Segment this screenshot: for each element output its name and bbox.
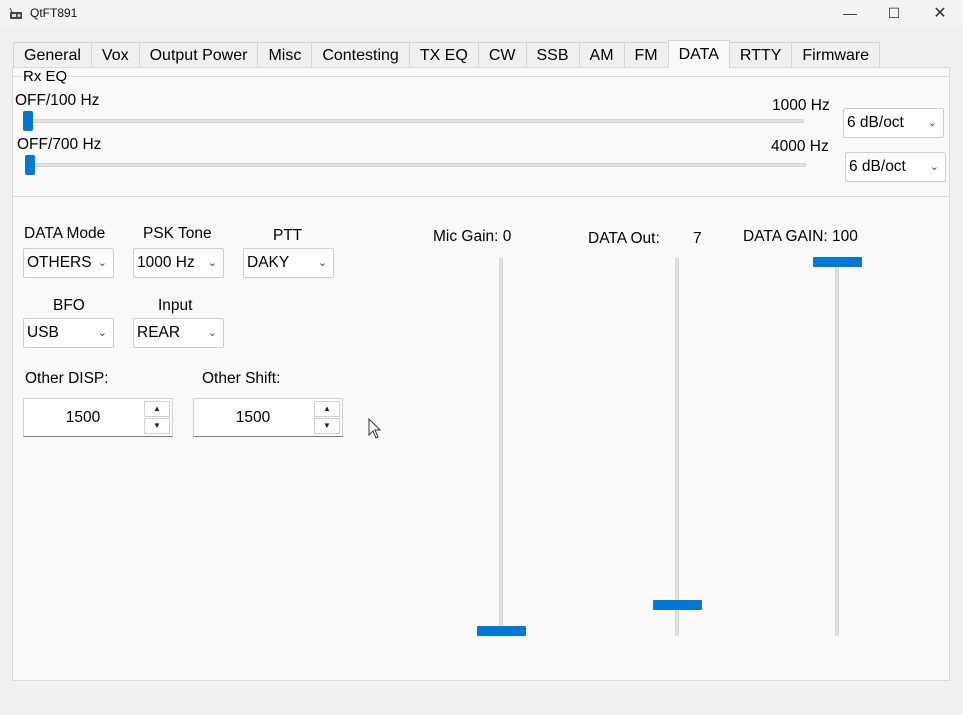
psk-tone-select[interactable]: 1000 Hz ⌄ [133,248,224,278]
data-out-slider-track[interactable] [675,258,679,636]
other-disp-label: Other DISP: [25,370,109,387]
input-select[interactable]: REAR ⌄ [133,318,224,348]
other-disp-spinbox[interactable]: 1500 ▲ ▼ [23,398,173,437]
other-disp-decrement-button[interactable]: ▼ [144,418,170,434]
tab-general[interactable]: General [13,42,92,68]
rx-eq-low-max-label: 1000 Hz [772,97,830,114]
data-gain-label: DATA GAIN: 100 [743,228,858,245]
window-title: QtFT891 [30,6,78,20]
chevron-down-icon: ⌄ [927,117,937,129]
mic-gain-label: Mic Gain: 0 [433,228,512,245]
main-window: QtFT891 — ☐ ✕ General Vox Output Power M… [0,0,963,715]
data-mode-select[interactable]: OTHERS ⌄ [23,248,114,278]
other-shift-value[interactable]: 1500 [194,399,312,436]
tab-misc[interactable]: Misc [257,42,313,68]
tab-cw[interactable]: CW [477,42,527,68]
other-shift-spinbox[interactable]: 1500 ▲ ▼ [193,398,343,437]
tab-vox[interactable]: Vox [90,42,140,68]
other-shift-decrement-button[interactable]: ▼ [314,418,340,434]
mic-gain-slider-handle[interactable] [477,626,526,636]
other-shift-label: Other Shift: [202,370,281,387]
bfo-label: BFO [53,297,85,314]
data-out-label: DATA Out: [588,230,660,247]
rx-eq-low-slider-track[interactable] [25,119,804,123]
rx-eq-high-slope-select[interactable]: 6 dB/oct ⌄ [845,152,946,182]
minimize-button[interactable]: — [827,0,873,26]
data-out-slider-handle[interactable] [653,600,702,611]
rx-eq-group [13,76,949,197]
rx-eq-low-min-label: OFF/100 Hz [15,92,100,109]
chevron-down-icon: ⌄ [97,257,107,269]
data-gain-slider-handle[interactable] [813,257,862,267]
psk-tone-value: 1000 Hz [137,254,195,271]
tab-ssb[interactable]: SSB [525,42,580,68]
tab-firmware[interactable]: Firmware [791,42,881,68]
mic-gain-slider-track[interactable] [499,258,503,636]
data-mode-label: DATA Mode [24,225,106,242]
mouse-cursor-icon [368,418,382,439]
rx-eq-high-min-label: OFF/700 Hz [17,136,102,153]
other-disp-value[interactable]: 1500 [24,399,142,436]
input-label: Input [158,297,193,314]
other-shift-increment-button[interactable]: ▲ [314,401,340,417]
rx-eq-high-slope-value: 6 dB/oct [849,158,906,175]
tab-data[interactable]: DATA [667,40,730,68]
bfo-select[interactable]: USB ⌄ [23,318,114,348]
rx-eq-high-max-label: 4000 Hz [771,138,829,155]
rx-eq-high-slider-track[interactable] [27,163,806,167]
chevron-down-icon: ⌄ [207,327,217,339]
radio-app-icon [9,7,22,19]
tab-tx-eq[interactable]: TX EQ [408,42,479,68]
chevron-down-icon: ⌄ [317,257,327,269]
settings-tab-bar: General Vox Output Power Misc Contesting… [13,40,881,68]
other-disp-increment-button[interactable]: ▲ [144,401,170,417]
rx-eq-title: Rx EQ [22,68,69,85]
title-bar: QtFT891 — ☐ ✕ [0,0,963,28]
tab-contesting[interactable]: Contesting [311,42,410,68]
chevron-down-icon: ⌄ [929,161,939,173]
tab-rtty[interactable]: RTTY [728,42,793,68]
psk-tone-label: PSK Tone [143,225,212,242]
tab-fm[interactable]: FM [623,42,669,68]
close-button[interactable]: ✕ [917,0,963,26]
tab-am[interactable]: AM [578,42,625,68]
data-gain-slider-track[interactable] [835,258,839,636]
rx-eq-low-slider-handle[interactable] [23,111,33,131]
ptt-label: PTT [273,227,303,244]
rx-eq-low-slope-select[interactable]: 6 dB/oct ⌄ [843,108,944,138]
data-mode-value: OTHERS [27,254,92,271]
chevron-down-icon: ⌄ [97,327,107,339]
data-out-value: 7 [693,230,702,247]
maximize-button[interactable]: ☐ [871,0,917,26]
ptt-value: DAKY [247,254,290,271]
tab-output-power[interactable]: Output Power [138,42,259,68]
rx-eq-low-slope-value: 6 dB/oct [847,114,904,131]
chevron-down-icon: ⌄ [207,257,217,269]
input-value: REAR [137,324,181,341]
bfo-value: USB [27,324,59,341]
rx-eq-high-slider-handle[interactable] [25,155,35,175]
ptt-select[interactable]: DAKY ⌄ [243,248,334,278]
